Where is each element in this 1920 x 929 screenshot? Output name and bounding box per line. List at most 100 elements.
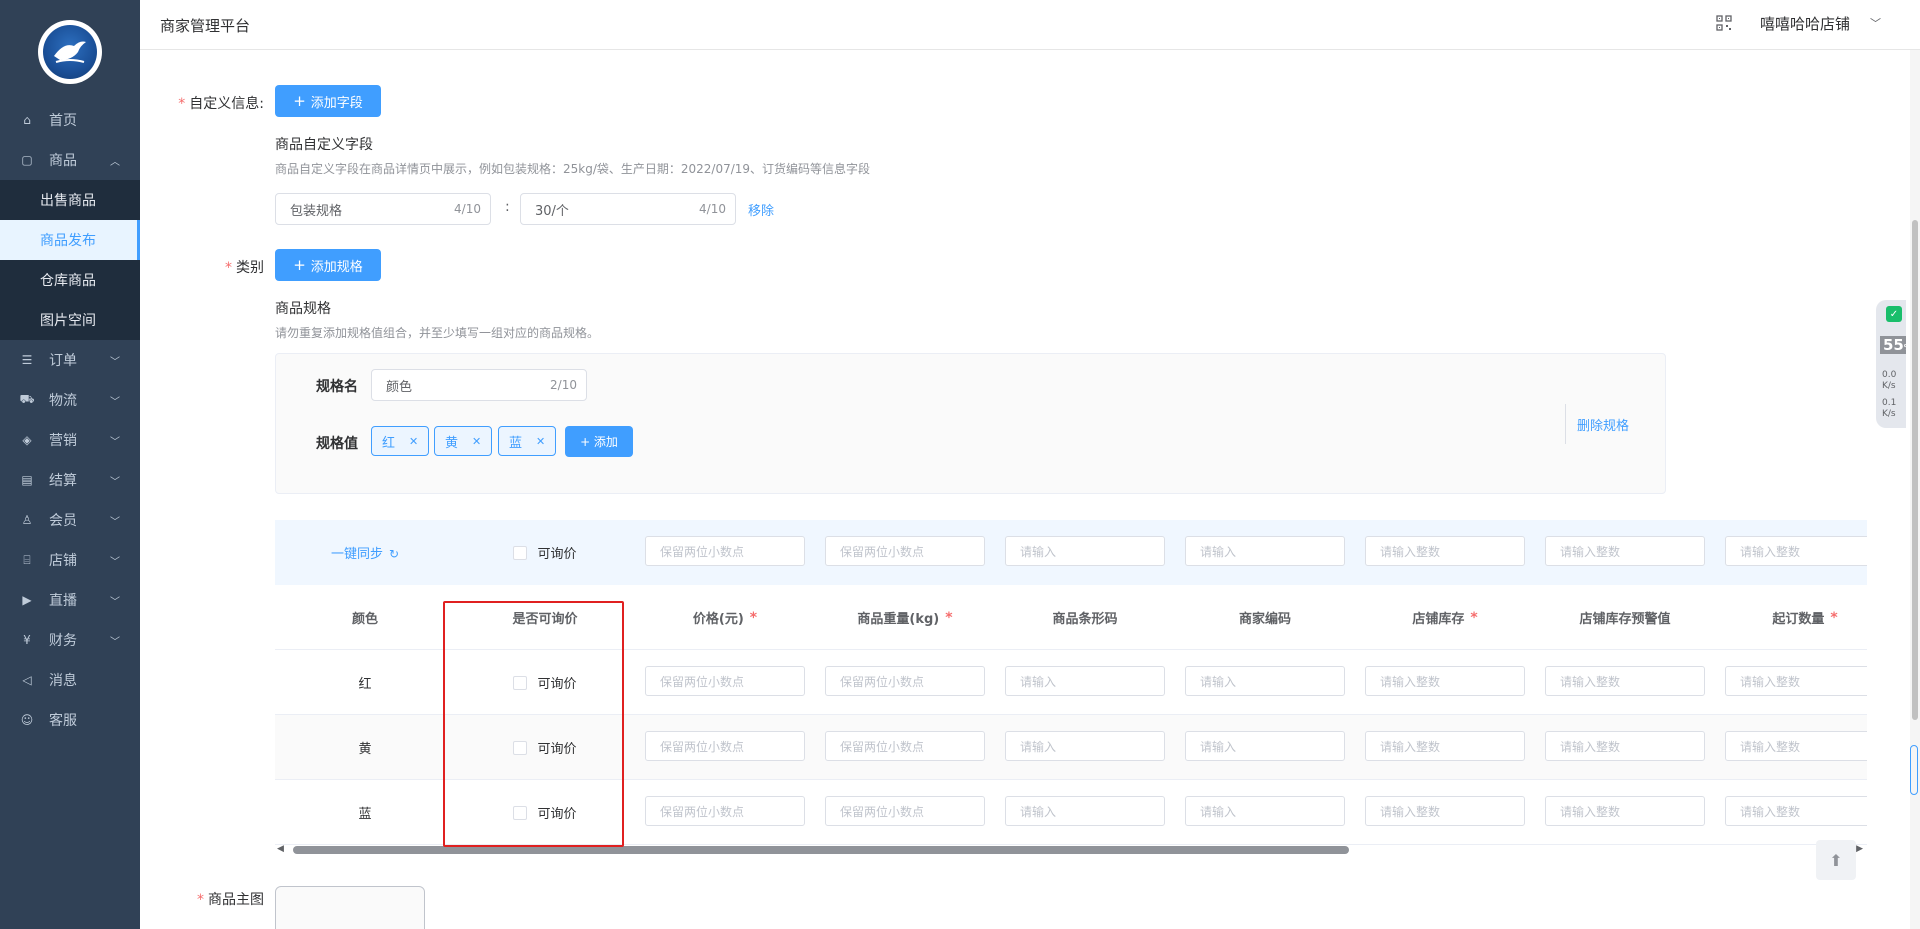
- sidebar-subitem-warehouse[interactable]: 仓库商品: [0, 260, 140, 300]
- sync-stock-warning-input[interactable]: 请输入整数: [1545, 536, 1705, 566]
- header-label: 是否可询价: [512, 612, 578, 627]
- min-order-input[interactable]: 请输入整数: [1725, 731, 1867, 761]
- sync-all-link[interactable]: 一键同步 ↻: [331, 543, 399, 562]
- main-image-label-text: 商品主图: [208, 892, 264, 908]
- stock-input[interactable]: 请输入整数: [1365, 666, 1525, 696]
- merchant-code-input[interactable]: 请输入: [1185, 796, 1345, 826]
- sidebar-item-label: 财务: [49, 633, 77, 649]
- custom-field-title: 商品自定义字段: [275, 137, 373, 153]
- stock-input[interactable]: 请输入整数: [1365, 796, 1525, 826]
- scroll-right-icon[interactable]: ▶: [1856, 844, 1863, 854]
- checkbox[interactable]: [513, 545, 528, 560]
- delete-spec-link[interactable]: 删除规格: [1577, 415, 1629, 434]
- row-inquiry[interactable]: 可询价: [455, 650, 635, 715]
- sync-inquiry-cell[interactable]: 可询价: [455, 520, 635, 585]
- close-icon[interactable]: ✕: [472, 435, 481, 448]
- sidebar-item-store[interactable]: ⌸ 店铺 ﹀: [0, 540, 140, 580]
- barcode-input[interactable]: 请输入: [1005, 796, 1165, 826]
- chevron-down-icon: ﹀: [110, 437, 120, 448]
- speaker-icon: ◁: [22, 673, 32, 687]
- stock-warning-input[interactable]: 请输入整数: [1545, 796, 1705, 826]
- checkbox[interactable]: [513, 740, 528, 755]
- header-label: 店铺库存: [1412, 612, 1465, 627]
- spec-name-input[interactable]: 颜色 2/10: [371, 369, 587, 401]
- row-color: 蓝: [358, 807, 372, 822]
- sidebar-item-label: 物流: [49, 393, 77, 409]
- stock-warning-input[interactable]: 请输入整数: [1545, 731, 1705, 761]
- order-icon: ☰: [21, 353, 33, 367]
- sidebar-item-member[interactable]: ♙ 会员 ﹀: [0, 500, 140, 540]
- sync-barcode-input[interactable]: 请输入: [1005, 536, 1165, 566]
- chevron-down-icon[interactable]: ﹀: [1870, 15, 1881, 31]
- page-vertical-scrollbar[interactable]: [1910, 50, 1920, 929]
- percent-value: 55%: [1880, 336, 1906, 354]
- shop-name-dropdown[interactable]: 嘻嘻哈哈店铺: [1760, 13, 1850, 34]
- sidebar-subitem-publish[interactable]: 商品发布: [0, 220, 140, 260]
- sidebar-item-settlement[interactable]: ▤ 结算 ﹀: [0, 460, 140, 500]
- header-label: 商品条形码: [1052, 612, 1118, 627]
- min-order-input[interactable]: 请输入整数: [1725, 666, 1867, 696]
- spec-name-label: 规格名: [316, 379, 358, 395]
- weight-input[interactable]: 保留两位小数点: [825, 666, 985, 696]
- barcode-input[interactable]: 请输入: [1005, 731, 1165, 761]
- scrollbar-thumb[interactable]: [1912, 220, 1918, 720]
- price-input[interactable]: 保留两位小数点: [645, 666, 805, 696]
- side-mini-scroll[interactable]: [1910, 745, 1918, 795]
- sidebar-item-goods[interactable]: ▢ 商品 ︿: [0, 140, 140, 180]
- speed-unit: K/s: [1882, 381, 1896, 391]
- sidebar-item-finance[interactable]: ¥ 财务 ﹀: [0, 620, 140, 660]
- back-to-top-button[interactable]: ⬆: [1816, 840, 1856, 880]
- main-image-upload[interactable]: [275, 886, 425, 929]
- row-inquiry[interactable]: 可询价: [455, 715, 635, 780]
- weight-input[interactable]: 保留两位小数点: [825, 796, 985, 826]
- sync-row: 一键同步 ↻ 可询价 保留两位小数点 保留两位小数点 请输入 请输入 请输入整数 …: [275, 520, 1867, 585]
- sidebar-item-service[interactable]: ☺ 客服: [0, 700, 140, 740]
- weight-input[interactable]: 保留两位小数点: [825, 731, 985, 761]
- add-spec-button[interactable]: + 添加规格: [275, 249, 381, 281]
- sidebar-item-label: 订单: [49, 353, 77, 369]
- checkbox[interactable]: [513, 675, 528, 690]
- spec-value-tag[interactable]: 蓝 ✕: [498, 426, 557, 456]
- sidebar-item-order[interactable]: ☰ 订单 ﹀: [0, 340, 140, 380]
- scroll-left-icon[interactable]: ◀: [277, 844, 284, 854]
- qrcode-icon[interactable]: [1716, 15, 1732, 31]
- sync-price-input[interactable]: 保留两位小数点: [645, 536, 805, 566]
- merchant-code-input[interactable]: 请输入: [1185, 731, 1345, 761]
- remove-field-link[interactable]: 移除: [748, 200, 774, 219]
- min-order-input[interactable]: 请输入整数: [1725, 796, 1867, 826]
- merchant-code-input[interactable]: 请输入: [1185, 666, 1345, 696]
- custom-field-name-input[interactable]: 包装规格 4/10: [275, 193, 491, 225]
- scrollbar-thumb[interactable]: [293, 846, 1349, 854]
- sync-weight-input[interactable]: 保留两位小数点: [825, 536, 985, 566]
- row-inquiry[interactable]: 可询价: [455, 780, 635, 845]
- sidebar-subitem-on-sale[interactable]: 出售商品: [0, 180, 140, 220]
- close-icon[interactable]: ✕: [536, 435, 545, 448]
- sidebar-subitem-images[interactable]: 图片空间: [0, 300, 140, 340]
- sidebar-item-message[interactable]: ◁ 消息: [0, 660, 140, 700]
- sidebar-item-home[interactable]: ⌂ 首页: [0, 100, 140, 140]
- checkbox[interactable]: [513, 805, 528, 820]
- custom-field-value-input[interactable]: 30/个 4/10: [520, 193, 736, 225]
- sidebar-subitem-label: 仓库商品: [40, 273, 96, 289]
- spec-value-tag[interactable]: 红 ✕: [371, 426, 430, 456]
- stock-input[interactable]: 请输入整数: [1365, 731, 1525, 761]
- table-horizontal-scrollbar[interactable]: ◀ ▶: [275, 842, 1867, 856]
- add-field-button[interactable]: + 添加字段: [275, 85, 381, 117]
- sidebar-item-marketing[interactable]: ◈ 营销 ﹀: [0, 420, 140, 460]
- add-spec-value-button[interactable]: + 添加: [565, 426, 633, 457]
- sidebar-item-live[interactable]: ▶ 直播 ﹀: [0, 580, 140, 620]
- network-speed-widget[interactable]: ✓ 55% 0.0K/s 0.1K/s: [1876, 300, 1906, 428]
- home-icon: ⌂: [23, 113, 31, 127]
- spec-value-tag[interactable]: 黄 ✕: [434, 426, 493, 456]
- price-input[interactable]: 保留两位小数点: [645, 796, 805, 826]
- sync-stock-input[interactable]: 请输入整数: [1365, 536, 1525, 566]
- stock-warning-input[interactable]: 请输入整数: [1545, 666, 1705, 696]
- sync-min-order-input[interactable]: 请输入整数: [1725, 536, 1867, 566]
- barcode-input[interactable]: 请输入: [1005, 666, 1165, 696]
- sidebar-item-logistics[interactable]: ⛟ 物流 ﹀: [0, 380, 140, 420]
- refresh-icon: ↻: [388, 547, 400, 561]
- close-icon[interactable]: ✕: [409, 435, 418, 448]
- price-input[interactable]: 保留两位小数点: [645, 731, 805, 761]
- sync-merchant-code-input[interactable]: 请输入: [1185, 536, 1345, 566]
- plus-icon: +: [293, 256, 306, 274]
